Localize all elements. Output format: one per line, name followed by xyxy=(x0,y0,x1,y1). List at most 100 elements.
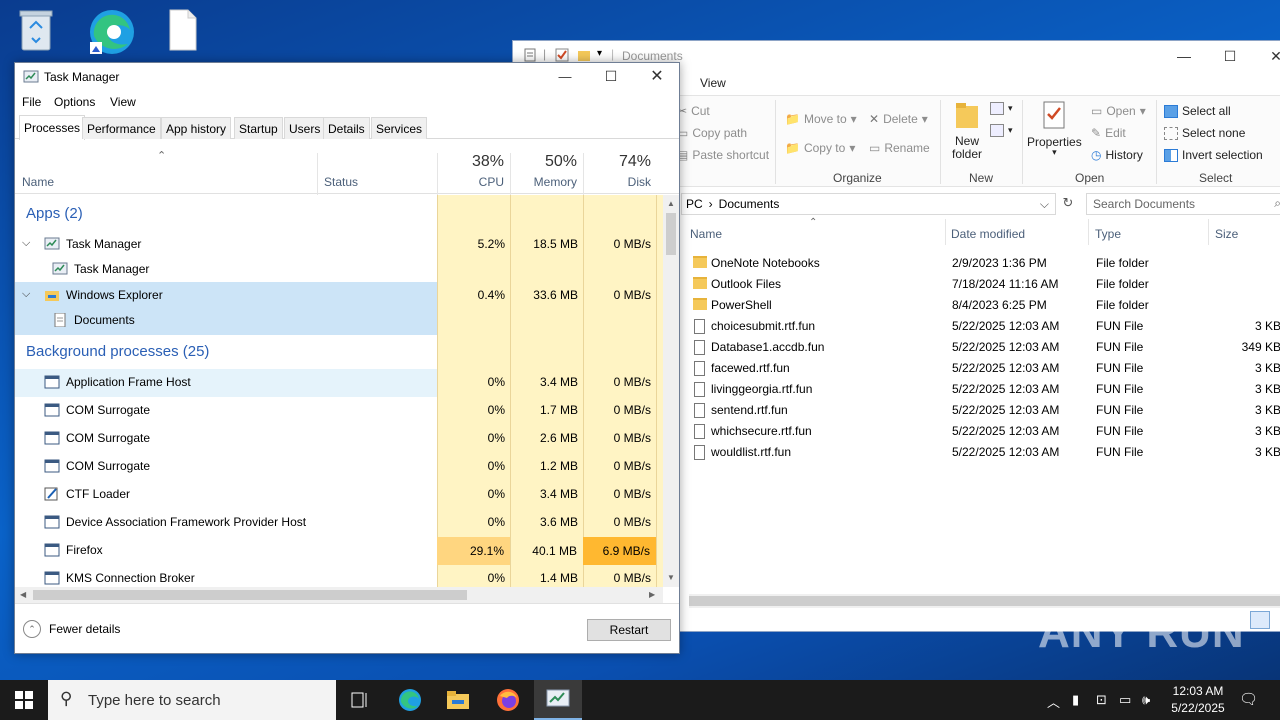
tab-view[interactable]: View xyxy=(700,76,726,90)
checkmark-qat-icon[interactable] xyxy=(555,48,569,62)
app-row[interactable]: ⌵ Task Manager 5.2% 18.5 MB 0 MB/s xyxy=(15,231,663,259)
tab-processes[interactable]: Processes xyxy=(19,115,86,140)
properties-button[interactable]: Properties ▾ xyxy=(1027,100,1082,158)
minimize-button[interactable]: — xyxy=(1161,41,1207,71)
new-item-icon[interactable]: ▾ xyxy=(990,102,1013,115)
cpu-percent[interactable]: 38% xyxy=(443,153,504,171)
cut-button[interactable]: ✂ Cut xyxy=(677,104,710,118)
new-folder-button[interactable]: New folder xyxy=(949,100,985,161)
file-row[interactable]: whichsecure.rtf.fun 5/22/2025 12:03 AM FUN… xyxy=(689,421,1280,442)
background-process-row[interactable]: Application Frame Host 0% 3.4 MB 0 MB/s xyxy=(15,369,651,397)
delete-button[interactable]: ✕ Delete ▾ xyxy=(869,112,928,126)
column-status[interactable]: Status xyxy=(324,175,358,189)
tab-details[interactable]: Details xyxy=(323,117,370,139)
task-manager-window[interactable]: Task Manager — ☐ ✕ File Options View Pro… xyxy=(14,62,680,654)
volume-icon[interactable]: 🕪 xyxy=(1142,692,1150,708)
address-bar[interactable]: PC › Documents ⌵ xyxy=(681,193,1056,215)
column-name[interactable]: Name xyxy=(22,175,54,189)
recycle-bin-icon[interactable] xyxy=(14,6,74,62)
open-button[interactable]: ▭ Open ▾ xyxy=(1091,104,1146,118)
clock[interactable]: 12:03 AM 5/22/2025 xyxy=(1163,683,1233,717)
file-row[interactable]: OneNote Notebooks 2/9/2023 1:36 PM File fo… xyxy=(689,253,1280,274)
background-process-row[interactable]: COM Surrogate 0% 1.2 MB 0 MB/s xyxy=(15,453,663,481)
file-row[interactable]: choicesubmit.rtf.fun 5/22/2025 12:03 AM FU… xyxy=(689,316,1280,337)
select-none-button[interactable]: Select none xyxy=(1164,126,1245,140)
address-dropdown-icon[interactable]: ⌵ xyxy=(1040,197,1049,212)
maximize-button[interactable]: ☐ xyxy=(1207,41,1253,71)
menu-options[interactable]: Options xyxy=(54,95,95,109)
expand-chevron-icon[interactable]: ⌵ xyxy=(22,288,30,301)
show-hidden-icons-icon[interactable]: ︿ xyxy=(1047,692,1060,711)
app-child-row[interactable]: Task Manager xyxy=(15,256,663,284)
column-date-modified[interactable]: Date modified xyxy=(951,227,1025,241)
notifications-icon[interactable]: 🗨 xyxy=(1239,690,1258,708)
firefox-icon[interactable] xyxy=(484,680,532,720)
tm-minimize-button[interactable]: — xyxy=(542,63,588,89)
history-button[interactable]: ◷ History xyxy=(1091,148,1143,162)
horizontal-scrollbar[interactable]: ◀ ▶ xyxy=(15,587,663,603)
horizontal-scrollbar[interactable] xyxy=(689,594,1280,608)
background-process-row[interactable]: Firefox 29.1% 40.1 MB 6.9 MB/s xyxy=(15,537,663,565)
edge-icon[interactable] xyxy=(386,680,434,720)
background-process-row[interactable]: COM Surrogate 0% 1.7 MB 0 MB/s xyxy=(15,397,663,425)
task-manager-taskbar-icon[interactable] xyxy=(534,680,582,720)
menu-file[interactable]: File xyxy=(22,95,41,109)
start-button[interactable] xyxy=(0,680,48,720)
column-type[interactable]: Type xyxy=(1095,227,1121,241)
properties-qat-icon[interactable] xyxy=(523,48,537,62)
invert-selection-button[interactable]: Invert selection xyxy=(1164,148,1263,162)
task-view-icon[interactable] xyxy=(336,680,384,720)
column-disk[interactable]: Disk xyxy=(589,175,651,189)
app-row[interactable]: ⌵ Windows Explorer 0.4% 33.6 MB 0 MB/s xyxy=(15,282,651,310)
paste-shortcut-button[interactable]: ▤ Paste shortcut xyxy=(677,148,769,162)
file-row[interactable]: sentend.rtf.fun 5/22/2025 12:03 AM FUN Fil… xyxy=(689,400,1280,421)
easy-access-icon[interactable]: ▾ xyxy=(990,124,1013,137)
restart-button[interactable]: Restart xyxy=(587,619,671,641)
search-input[interactable]: Search Documents ⌕ xyxy=(1086,193,1280,215)
folder-qat-icon[interactable] xyxy=(577,48,591,62)
edit-button[interactable]: ✎ Edit xyxy=(1091,126,1126,140)
memory-percent[interactable]: 50% xyxy=(516,153,577,171)
refresh-icon[interactable]: ↻ xyxy=(1058,195,1078,215)
tm-maximize-button[interactable]: ☐ xyxy=(588,63,634,89)
background-process-row[interactable]: Device Association Framework Provider Ho… xyxy=(15,509,663,537)
file-icon[interactable] xyxy=(162,6,222,62)
expand-chevron-icon[interactable]: ⌵ xyxy=(22,237,30,250)
tab-startup[interactable]: Startup xyxy=(234,117,283,139)
tm-close-button[interactable]: ✕ xyxy=(634,63,680,89)
background-process-row[interactable]: CTF Loader 0% 3.4 MB 0 MB/s xyxy=(15,481,663,509)
file-row[interactable]: facewed.rtf.fun 5/22/2025 12:03 AM FUN Fil… xyxy=(689,358,1280,379)
vertical-scrollbar[interactable]: ▲ ▼ xyxy=(663,195,679,587)
battery-icon[interactable]: ▮ xyxy=(1072,692,1079,708)
file-row[interactable]: livinggeorgia.rtf.fun 5/22/2025 12:03 AM F… xyxy=(689,379,1280,400)
file-row[interactable]: PowerShell 8/4/2023 6:25 PM File folder xyxy=(689,295,1280,316)
column-name[interactable]: Name xyxy=(690,227,722,241)
file-explorer-icon[interactable] xyxy=(434,680,482,720)
tab-users[interactable]: Users xyxy=(284,117,326,139)
file-row[interactable]: Database1.accdb.fun 5/22/2025 12:03 AM FUN… xyxy=(689,337,1280,358)
qat-dropdown-icon[interactable]: ▾ xyxy=(597,48,611,62)
address-pc[interactable]: PC xyxy=(686,197,703,211)
copy-path-button[interactable]: ▭ Copy path xyxy=(677,126,747,140)
app-child-row[interactable]: Documents xyxy=(15,307,437,335)
tab-services[interactable]: Services xyxy=(371,117,428,139)
taskbar-search-input[interactable]: ⚲ Type here to search xyxy=(48,680,336,720)
file-row[interactable]: wouldlist.rtf.fun 5/22/2025 12:03 AM FUN F… xyxy=(689,442,1280,463)
select-all-button[interactable]: Select all xyxy=(1164,104,1231,118)
tab-performance[interactable]: Performance xyxy=(82,117,161,139)
column-memory[interactable]: Memory xyxy=(516,175,577,189)
copy-to-button[interactable]: 📁 Copy to ▾ xyxy=(785,141,855,155)
background-process-row[interactable]: KMS Connection Broker 0% 1.4 MB 0 MB/s xyxy=(15,565,663,587)
column-size[interactable]: Size xyxy=(1215,227,1238,241)
details-view-icon[interactable] xyxy=(1250,611,1270,629)
move-to-button[interactable]: 📁 Move to ▾ xyxy=(785,112,857,126)
file-row[interactable]: Outlook Files 7/18/2024 11:16 AM File fold… xyxy=(689,274,1280,295)
background-process-row[interactable]: COM Surrogate 0% 2.6 MB 0 MB/s xyxy=(15,425,663,453)
menu-view[interactable]: View xyxy=(110,95,136,109)
disk-percent[interactable]: 74% xyxy=(589,153,651,171)
close-button[interactable]: ✕ xyxy=(1253,41,1280,71)
network-icon[interactable]: ▭ xyxy=(1119,692,1131,708)
edge-icon[interactable] xyxy=(84,6,144,62)
meet-now-icon[interactable]: ⊡ xyxy=(1096,692,1107,708)
address-folder[interactable]: Documents xyxy=(719,197,780,211)
